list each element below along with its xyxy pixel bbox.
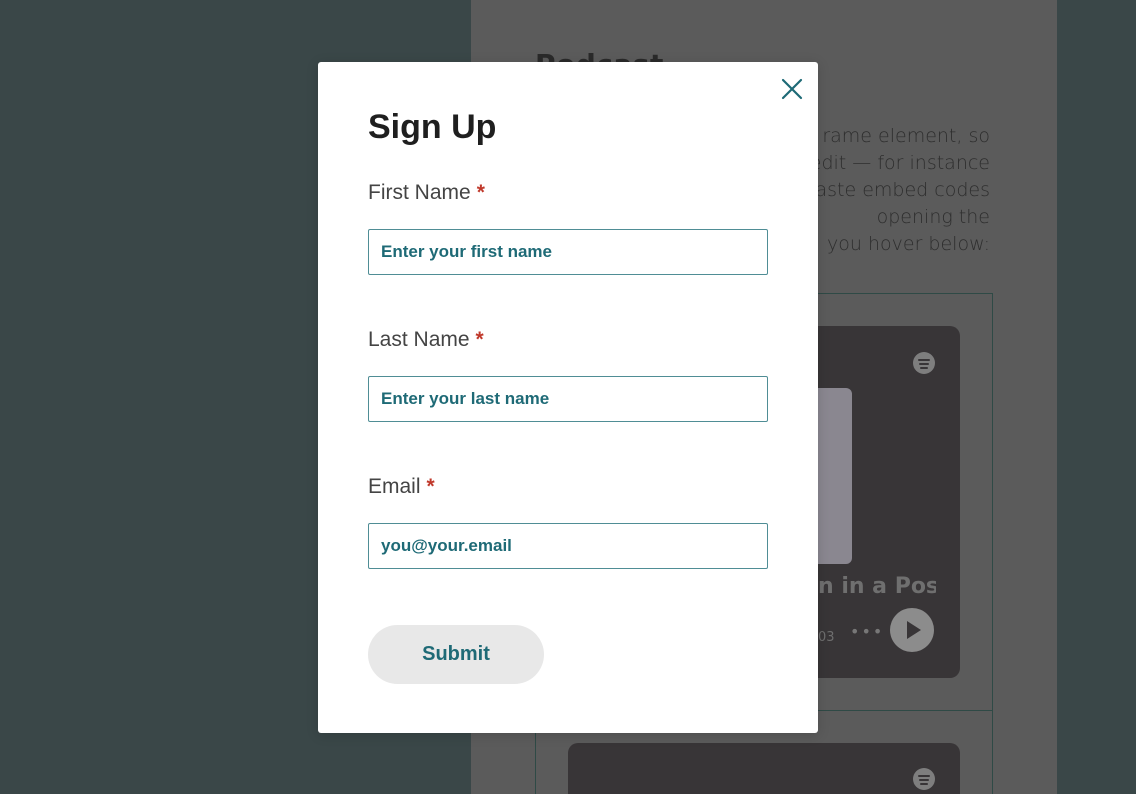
- required-mark: *: [476, 181, 485, 204]
- play-icon: [890, 608, 934, 652]
- email-label: Email *: [368, 475, 435, 499]
- email-input[interactable]: [368, 523, 768, 569]
- last-name-label: Last Name *: [368, 328, 484, 352]
- close-button[interactable]: [779, 76, 805, 102]
- spotify-logo-icon: [913, 768, 935, 790]
- last-name-label-text: Last Name: [368, 328, 470, 351]
- first-name-label-text: First Name: [368, 181, 471, 204]
- last-name-input[interactable]: [368, 376, 768, 422]
- background-episode-title: n in a Post-I: [818, 574, 936, 599]
- modal-title: Sign Up: [368, 108, 497, 146]
- background-spotify-player-2: [568, 743, 960, 794]
- required-mark: *: [426, 475, 435, 498]
- more-options-icon: •••: [850, 622, 885, 641]
- background-episode-time: 03: [818, 630, 835, 645]
- required-mark: *: [475, 328, 484, 351]
- first-name-label: First Name *: [368, 181, 485, 205]
- first-name-input[interactable]: [368, 229, 768, 275]
- close-icon: [781, 78, 803, 100]
- submit-button[interactable]: Submit: [368, 625, 544, 684]
- spotify-logo-icon: [913, 352, 935, 374]
- email-label-text: Email: [368, 475, 421, 498]
- signup-modal: Sign Up First Name* Last Name* Email* Su…: [318, 62, 818, 733]
